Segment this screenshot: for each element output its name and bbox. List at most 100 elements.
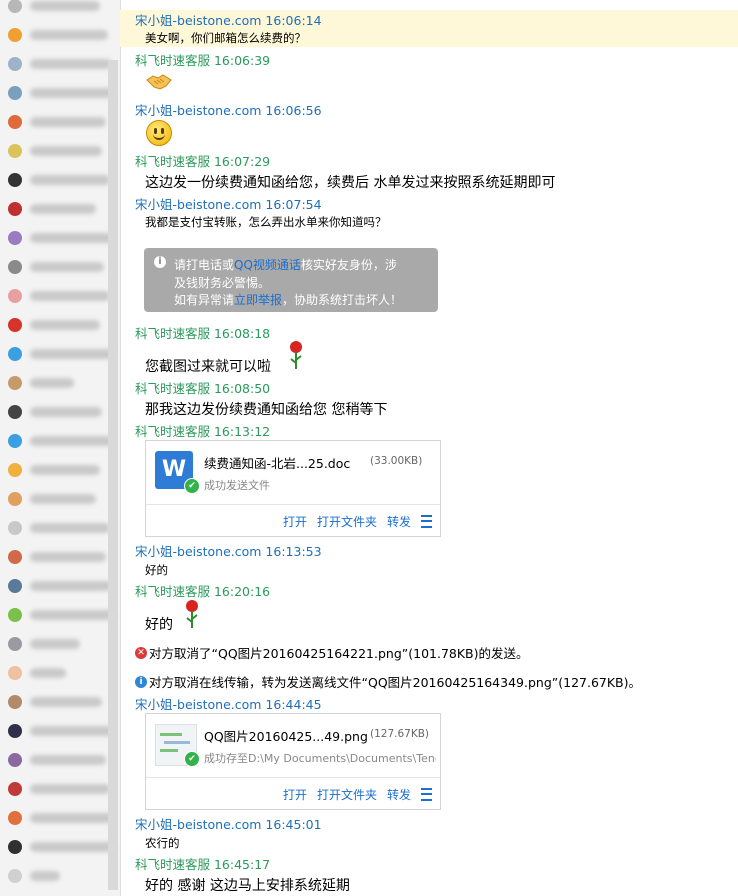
- avatar: [8, 86, 22, 100]
- contact-item[interactable]: [8, 83, 116, 103]
- contact-item[interactable]: [8, 721, 116, 741]
- open-file-button[interactable]: 打开: [283, 786, 307, 803]
- open-file-button[interactable]: 打开: [283, 513, 307, 530]
- message-text: 您截图过来就可以啦: [145, 359, 271, 375]
- contact-item[interactable]: [8, 344, 116, 364]
- message-sender: 宋小姐-beistone.com 16:06:56: [135, 103, 322, 118]
- file-card-image[interactable]: ✔ QQ图片20160425...49.png (127.67KB) 成功存至D…: [145, 713, 441, 810]
- contact-item[interactable]: [8, 518, 116, 538]
- file-size: (127.67KB): [370, 728, 430, 740]
- contact-item[interactable]: [8, 170, 116, 190]
- rose-emoji-icon: [184, 599, 200, 629]
- avatar: [8, 260, 22, 274]
- contact-name-blurred: [30, 117, 106, 127]
- contact-item[interactable]: [8, 315, 116, 335]
- contact-name-blurred: [30, 784, 110, 794]
- contact-item[interactable]: [8, 199, 116, 219]
- contact-name-blurred: [30, 871, 60, 881]
- file-card-doc[interactable]: W ✔ 续费通知函-北岩...25.doc (33.00KB) 成功发送文件 打…: [145, 440, 441, 537]
- avatar: [8, 28, 22, 42]
- contact-item[interactable]: [8, 54, 116, 74]
- contact-item[interactable]: [8, 692, 116, 712]
- contact-name-blurred: [30, 1, 100, 11]
- contact-item[interactable]: [8, 431, 116, 451]
- message-text: 好的: [145, 563, 168, 577]
- contact-name-blurred: [30, 755, 106, 765]
- open-folder-button[interactable]: 打开文件夹: [317, 786, 377, 803]
- avatar: [8, 144, 22, 158]
- contact-name-blurred: [30, 581, 112, 591]
- contact-item[interactable]: [8, 112, 116, 132]
- contact-item[interactable]: [8, 25, 116, 45]
- contact-item[interactable]: [8, 750, 116, 770]
- avatar: [8, 463, 22, 477]
- avatar: [8, 231, 22, 245]
- security-warning: i 请打电话或QQ视频通话核实好友身份，涉 及钱财务必警惕。 如有异常请立即举报…: [144, 248, 438, 312]
- message-text: 农行的: [145, 836, 180, 850]
- contact-item[interactable]: [8, 866, 116, 886]
- file-status: 成功存至D:\My Documents\Documents\Tence...: [204, 752, 436, 765]
- contact-name-blurred: [30, 320, 100, 330]
- forward-button[interactable]: 转发: [387, 513, 411, 530]
- contact-item[interactable]: [8, 460, 116, 480]
- more-menu-icon[interactable]: [421, 788, 432, 801]
- file-size: (33.00KB): [370, 455, 423, 467]
- success-check-icon: ✔: [184, 478, 200, 494]
- contact-item[interactable]: [8, 576, 116, 596]
- avatar: [8, 376, 22, 390]
- contact-name-blurred: [30, 30, 108, 40]
- sidebar-scrollbar[interactable]: [108, 60, 118, 890]
- contact-item[interactable]: [8, 0, 116, 16]
- contact-item[interactable]: [8, 837, 116, 857]
- info-icon: i: [135, 675, 147, 688]
- avatar: [8, 637, 22, 651]
- avatar: [8, 173, 22, 187]
- contact-item[interactable]: [8, 605, 116, 625]
- contact-item[interactable]: [8, 402, 116, 422]
- avatar: [8, 695, 22, 709]
- contact-item[interactable]: [8, 228, 116, 248]
- contact-item[interactable]: [8, 663, 116, 683]
- avatar: [8, 666, 22, 680]
- avatar: [8, 724, 22, 738]
- contact-item[interactable]: [8, 373, 116, 393]
- contact-item[interactable]: [8, 257, 116, 277]
- more-menu-icon[interactable]: [421, 515, 432, 528]
- contact-item[interactable]: [8, 489, 116, 509]
- avatar: [8, 57, 22, 71]
- avatar: [8, 811, 22, 825]
- open-folder-button[interactable]: 打开文件夹: [317, 513, 377, 530]
- contact-name-blurred: [30, 436, 114, 446]
- message-text: 好的: [145, 617, 173, 633]
- message-sender: 宋小姐-beistone.com 16:06:14: [135, 13, 322, 28]
- avatar: [8, 318, 22, 332]
- contact-name-blurred: [30, 668, 66, 678]
- contact-name-blurred: [30, 552, 106, 562]
- system-notice-offline: i 对方取消在线传输，转为发送离线文件“QQ图片20160425164349.p…: [135, 672, 641, 691]
- contact-item[interactable]: [8, 779, 116, 799]
- contact-name-blurred: [30, 378, 74, 388]
- report-link[interactable]: 立即举报: [234, 293, 282, 307]
- contact-item[interactable]: [8, 286, 116, 306]
- error-icon: ✕: [135, 646, 147, 659]
- avatar: [8, 608, 22, 622]
- message-sender: 宋小姐-beistone.com 16:44:45: [135, 697, 322, 712]
- avatar: [8, 782, 22, 796]
- contact-item[interactable]: [8, 634, 116, 654]
- avatar: [8, 840, 22, 854]
- contact-name-blurred: [30, 610, 116, 620]
- forward-button[interactable]: 转发: [387, 786, 411, 803]
- video-call-link[interactable]: QQ视频通话: [234, 258, 301, 272]
- message-sender: 科飞时速客服 16:45:17: [135, 857, 271, 872]
- contact-name-blurred: [30, 639, 80, 649]
- message-sender: 科飞时速客服 16:13:12: [135, 424, 271, 439]
- message-sender: 宋小姐-beistone.com 16:13:53: [135, 544, 322, 559]
- contact-item[interactable]: [8, 141, 116, 161]
- contact-item[interactable]: [8, 808, 116, 828]
- contact-name-blurred: [30, 146, 102, 156]
- contact-name-blurred: [30, 465, 100, 475]
- contact-item[interactable]: [8, 547, 116, 567]
- contact-name-blurred: [30, 59, 112, 69]
- rose-emoji-icon: [288, 340, 304, 370]
- message-text: 我都是支付宝转账，怎么弄出水单来你知道吗？: [145, 215, 387, 229]
